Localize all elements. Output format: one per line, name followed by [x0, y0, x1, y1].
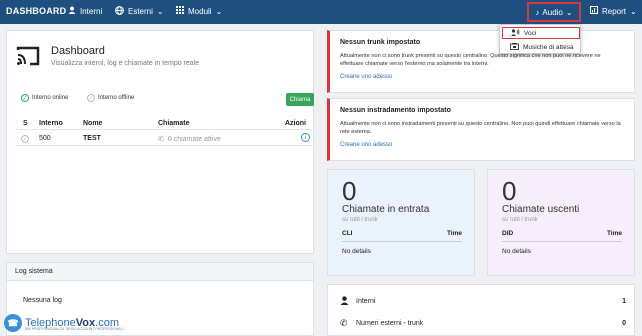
incoming-label: Chiamate in entrata [342, 204, 430, 215]
status-check-icon: ✓ [21, 135, 29, 143]
info-icon[interactable]: i [301, 133, 310, 142]
legend-online: ✓ Interno online [21, 94, 68, 102]
audio-dropdown-menu: Voci Musiche di attesa [499, 24, 581, 54]
chevron-down-icon: ⌄ [565, 7, 573, 17]
user-icon [340, 296, 352, 307]
nav-esterni-label: Esterni [128, 7, 153, 16]
menu-item-musiche-attesa-label: Musiche di attesa [523, 43, 574, 51]
dashboard-card: Dashboard Visualizza interni, log e chia… [6, 30, 314, 254]
col-header-did: DID [502, 230, 514, 237]
online-check-icon: ✓ [21, 94, 29, 102]
log-empty-text: Nessuna log [23, 297, 62, 304]
offline-check-icon: ✓ [87, 94, 95, 102]
cell-chiamate-label: 0 chiamate attive [167, 135, 221, 143]
outgoing-calls-card: 0 Chiamate uscenti su tutti i trunk DID … [487, 169, 635, 276]
incoming-empty-text: No details [342, 248, 371, 255]
col-header-chiamate: Chiamate [158, 120, 190, 127]
top-navbar: DASHBOARD Interni Esterni ⌄ Moduli ⌄ ♪ A… [0, 0, 642, 24]
nav-esterni[interactable]: Esterni ⌄ [115, 6, 164, 17]
legend-offline-label: Interno offline [98, 95, 135, 101]
menu-item-voci-label: Voci [524, 29, 537, 37]
cell-interno: 500 [39, 135, 51, 142]
incoming-table-header: CLI Time [342, 230, 462, 242]
grid-icon [176, 6, 184, 16]
outgoing-table: DID Time No details [502, 230, 622, 255]
music-note-icon: ♪ [535, 7, 540, 17]
count-label: Interni [356, 298, 376, 305]
outgoing-empty-text: No details [502, 248, 531, 255]
incoming-table: CLI Time No details [342, 230, 462, 255]
page-subtitle: Visualizza interni, log e chiamate in te… [51, 60, 200, 67]
outgoing-label: Chiamate uscenti [502, 204, 580, 215]
cell-nome: TEST [83, 135, 101, 142]
incoming-sublabel: su tutti i trunk [342, 217, 378, 223]
nav-report[interactable]: Report ⌄ [590, 6, 637, 16]
nav-audio-label: Audio [542, 7, 563, 17]
log-title: Log sistema [7, 263, 313, 281]
alert-text: Attualmente non ci sono instradamenti pr… [340, 121, 621, 136]
globe-icon [115, 6, 124, 17]
outgoing-sublabel: su tutti i trunk [502, 217, 538, 223]
count-value: 0 [622, 320, 626, 327]
legend-offline: ✓ Interno offline [87, 94, 134, 102]
count-label: Numeri esterni - trunk [356, 320, 424, 327]
alert-title: Nessun trunk impostato [340, 39, 421, 46]
phone-icon: ✆ [340, 318, 348, 328]
nav-moduli-label: Moduli [188, 6, 212, 16]
chevron-down-icon: ⌄ [156, 7, 164, 16]
phone-forward-icon: ✆ [158, 136, 164, 143]
count-row-trunk[interactable]: ✆ Numeri esterni - trunk 0 [340, 318, 626, 329]
nav-report-label: Report [602, 6, 627, 16]
voice-icon [511, 28, 520, 38]
legend-online-label: Interno online [32, 95, 69, 101]
counts-card: Interni 1 ✆ Numeri esterni - trunk 0 [327, 284, 635, 336]
row-divider [15, 145, 313, 146]
watermark-tagline: 800 PROFESSIONALITA' DEGLI ACCOUNT PROFE… [25, 327, 124, 331]
outgoing-count: 0 [502, 176, 517, 206]
col-header-nome: Nome [83, 120, 103, 127]
col-header-stato: S [23, 120, 28, 127]
alert-text: Attualmente non ci sono trunk presenti s… [340, 53, 601, 68]
menu-item-voci[interactable]: Voci [502, 27, 580, 39]
menu-item-musiche-attesa[interactable]: Musiche di attesa [502, 41, 580, 53]
col-header-cli: CLI [342, 230, 353, 237]
page-title: Dashboard [51, 45, 105, 57]
alert-no-trunk: Nessun trunk impostato Attualmente non c… [327, 30, 635, 93]
call-button[interactable]: Chiama [286, 93, 314, 106]
count-row-interni[interactable]: Interni 1 [340, 296, 626, 307]
chevron-down-icon: ⌄ [630, 6, 637, 16]
nav-interni-label: Interni [80, 6, 103, 16]
chevron-down-icon: ⌄ [215, 6, 223, 16]
user-icon [68, 6, 76, 16]
col-header-azioni: Azioni [285, 120, 306, 127]
count-value: 1 [622, 298, 626, 305]
col-header-time: Time [446, 230, 462, 237]
incoming-count: 0 [342, 176, 357, 206]
outgoing-table-header: DID Time [502, 230, 622, 242]
hold-music-icon [510, 42, 519, 52]
chart-icon [590, 6, 598, 16]
alert-no-routing: Nessun instradamento impostato Attualmen… [327, 98, 635, 161]
nav-audio[interactable]: ♪ Audio ⌄ [527, 2, 581, 22]
nav-interni[interactable]: Interni [68, 6, 102, 16]
brand-title[interactable]: DASHBOARD [6, 6, 66, 16]
alert-title: Nessun instradamento impostato [340, 107, 451, 114]
alert-create-link[interactable]: Creane uno adesso [340, 142, 624, 148]
cell-chiamate: ✆ 0 chiamate attive [158, 135, 221, 144]
nav-moduli[interactable]: Moduli ⌄ [176, 6, 222, 16]
telephonevox-watermark: ☎ TelephoneVox.com 800 PROFESSIONALITA' … [4, 314, 124, 332]
incoming-calls-card: 0 Chiamate in entrata su tutti i trunk C… [327, 169, 475, 276]
cast-icon [15, 45, 41, 67]
alert-create-link[interactable]: Creane uno adesso [340, 74, 624, 80]
col-header-interno: Interno [39, 120, 63, 127]
col-header-time: Time [606, 230, 622, 237]
header-divider [15, 129, 313, 130]
watermark-logo-icon: ☎ [4, 314, 22, 332]
